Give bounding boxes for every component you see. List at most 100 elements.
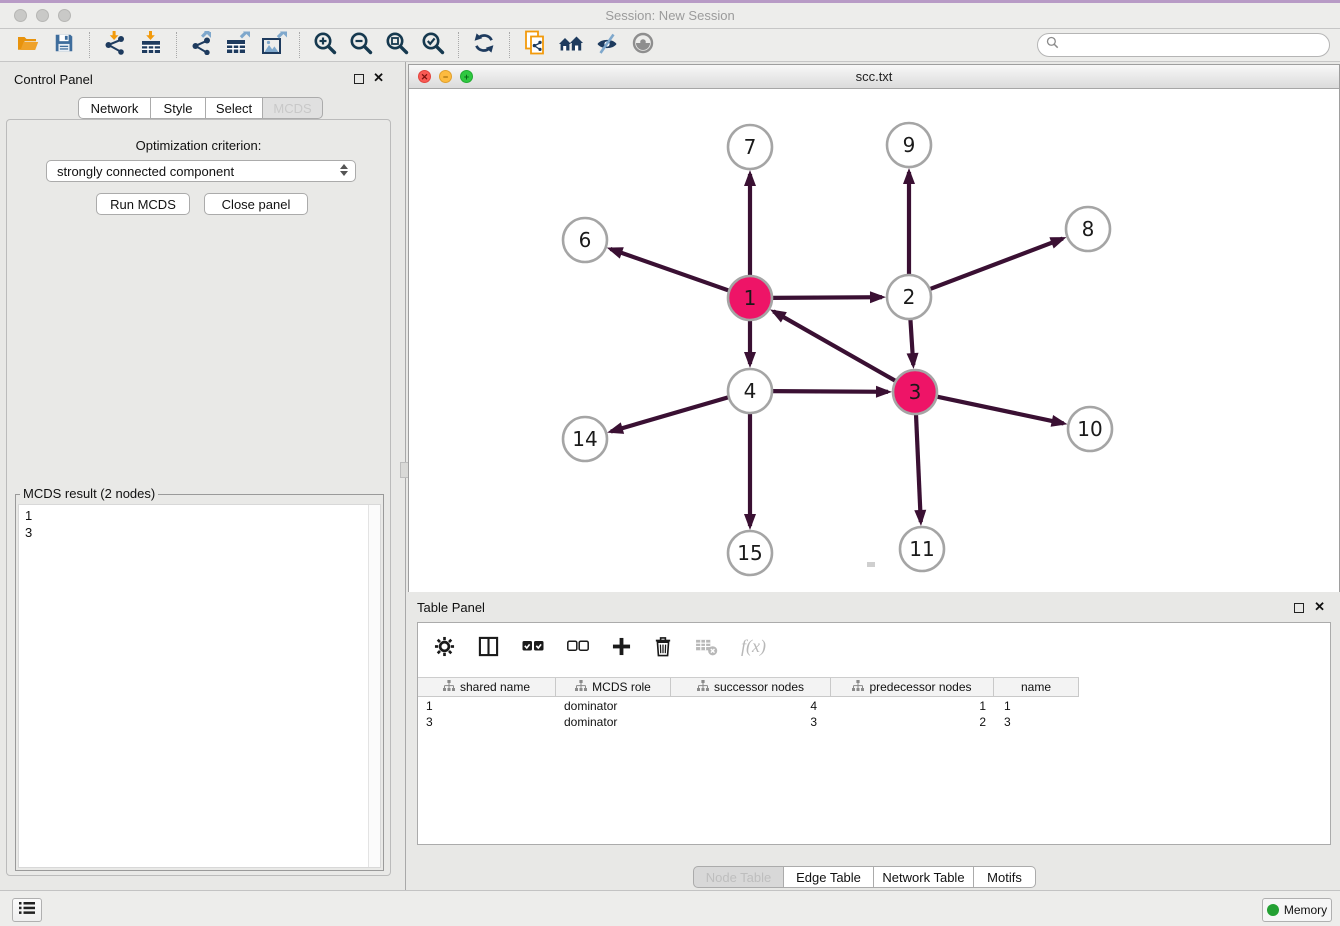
graph-edge-1-6[interactable] (610, 249, 729, 291)
mcds-result-group: MCDS result (2 nodes) 1 3 (15, 494, 384, 871)
import-table-icon (139, 31, 163, 60)
memory-button[interactable]: Memory (1262, 898, 1332, 922)
open-folder-icon (16, 31, 40, 60)
column-header-successor-nodes[interactable]: successor nodes (671, 678, 831, 696)
session-title: Session: New Session (0, 3, 1340, 28)
memory-status-icon (1267, 904, 1279, 916)
column-header-name[interactable]: name (994, 678, 1079, 696)
graph-node-label: 3 (909, 380, 922, 404)
tab-style[interactable]: Style (151, 97, 206, 119)
dropdown-chevrons-icon (340, 164, 348, 176)
graph-edge-3-1[interactable] (773, 311, 895, 381)
home-networks-button[interactable] (553, 31, 589, 59)
export-table-icon (225, 31, 251, 60)
graph-node-label: 8 (1082, 217, 1095, 241)
network-close-icon[interactable]: ✕ (418, 70, 431, 83)
graph-node-label: 7 (744, 135, 757, 159)
import-network-icon (103, 31, 127, 60)
column-header-mcds-role[interactable]: MCDS role (556, 678, 671, 696)
minimize-window-icon[interactable] (36, 9, 49, 22)
tab-motifs[interactable]: Motifs (974, 866, 1036, 888)
graph-edge-3-11[interactable] (916, 414, 921, 522)
tab-network[interactable]: Network (78, 97, 151, 119)
add-column-button[interactable] (612, 637, 631, 656)
select-all-button[interactable] (522, 640, 544, 652)
network-window-titlebar[interactable]: ✕ − + scc.txt (409, 65, 1339, 89)
result-scrollbar[interactable] (368, 505, 380, 867)
hide-graphics-button[interactable] (589, 31, 625, 59)
table-row[interactable]: 3 dominator 3 2 3 (418, 714, 1079, 730)
network-graph-canvas[interactable]: 7968124314101511 (409, 89, 1339, 592)
search-input[interactable] (1064, 38, 1321, 52)
graph-edge-4-3[interactable] (772, 391, 888, 392)
delete-column-button[interactable] (654, 636, 672, 657)
float-table-panel-icon[interactable] (1294, 603, 1304, 613)
export-image-button[interactable] (256, 31, 292, 59)
criterion-dropdown[interactable]: strongly connected component (46, 160, 356, 182)
show-graphics-button[interactable] (625, 31, 661, 59)
network-minimize-icon[interactable]: − (439, 70, 452, 83)
table-settings-button[interactable] (434, 636, 455, 657)
search-field[interactable] (1037, 33, 1330, 57)
close-panel-icon[interactable]: ✕ (373, 73, 384, 83)
network-maximize-icon[interactable]: + (460, 70, 473, 83)
graph-edge-3-10[interactable] (937, 397, 1064, 424)
mcds-result-title: MCDS result (2 nodes) (20, 486, 158, 501)
graph-node-label: 15 (737, 541, 762, 565)
export-image-icon (261, 31, 287, 60)
deselect-all-button[interactable] (567, 640, 589, 652)
save-session-button[interactable] (46, 31, 82, 59)
window-resize-grip[interactable] (867, 562, 875, 567)
table-row[interactable]: 1 dominator 4 1 1 (418, 698, 1079, 714)
zoom-out-icon (348, 30, 374, 61)
eye-icon (631, 31, 655, 60)
graph-edge-4-14[interactable] (611, 397, 729, 431)
mcds-result-textarea[interactable]: 1 3 (18, 504, 381, 868)
zoom-fit-button[interactable] (379, 31, 415, 59)
graph-node-label: 6 (579, 228, 592, 252)
eye-slash-icon (595, 31, 619, 60)
column-header-predecessor-nodes[interactable]: predecessor nodes (831, 678, 994, 696)
application-window: Session: New Session (0, 0, 1340, 926)
zoom-window-icon[interactable] (58, 9, 71, 22)
task-history-button[interactable] (12, 898, 42, 922)
tab-node-table[interactable]: Node Table (693, 866, 784, 888)
control-panel-tabs: Network Style Select MCDS (78, 97, 323, 119)
zoom-in-icon (312, 30, 338, 61)
show-columns-button[interactable] (478, 636, 499, 657)
tab-network-table[interactable]: Network Table (874, 866, 974, 888)
import-table-button[interactable] (133, 31, 169, 59)
export-network-button[interactable] (184, 31, 220, 59)
column-header-shared-name[interactable]: shared name (418, 678, 556, 696)
graph-edge-1-2[interactable] (772, 297, 882, 298)
zoom-out-button[interactable] (343, 31, 379, 59)
tab-edge-table[interactable]: Edge Table (784, 866, 874, 888)
unchecked-boxes-icon (567, 640, 589, 652)
close-window-icon[interactable] (14, 9, 27, 22)
delete-table-button-disabled (695, 637, 718, 656)
graph-node-label: 9 (903, 133, 916, 157)
tab-select[interactable]: Select (206, 97, 263, 119)
columns-icon (478, 636, 499, 657)
zoom-selected-button[interactable] (415, 31, 451, 59)
import-network-button[interactable] (97, 31, 133, 59)
graph-node-label: 4 (744, 379, 757, 403)
graph-edge-2-8[interactable] (930, 239, 1063, 290)
graph-edge-2-3[interactable] (910, 319, 913, 365)
attribute-icon (575, 680, 587, 695)
save-floppy-icon (53, 32, 75, 59)
run-mcds-button[interactable]: Run MCDS (96, 193, 190, 215)
graph-node-label: 14 (572, 427, 597, 451)
clone-network-button[interactable] (517, 31, 553, 59)
float-panel-icon[interactable] (354, 74, 364, 84)
export-table-button[interactable] (220, 31, 256, 59)
close-panel-button[interactable]: Close panel (204, 193, 308, 215)
tab-mcds[interactable]: MCDS (263, 97, 323, 119)
search-icon (1046, 36, 1059, 54)
close-table-panel-icon[interactable]: ✕ (1314, 602, 1325, 612)
graph-node-label: 2 (903, 285, 916, 309)
zoom-in-button[interactable] (307, 31, 343, 59)
open-file-button[interactable] (10, 31, 46, 59)
network-view-window: ✕ − + scc.txt 7968124314101511 (408, 64, 1340, 592)
refresh-layout-button[interactable] (466, 31, 502, 59)
